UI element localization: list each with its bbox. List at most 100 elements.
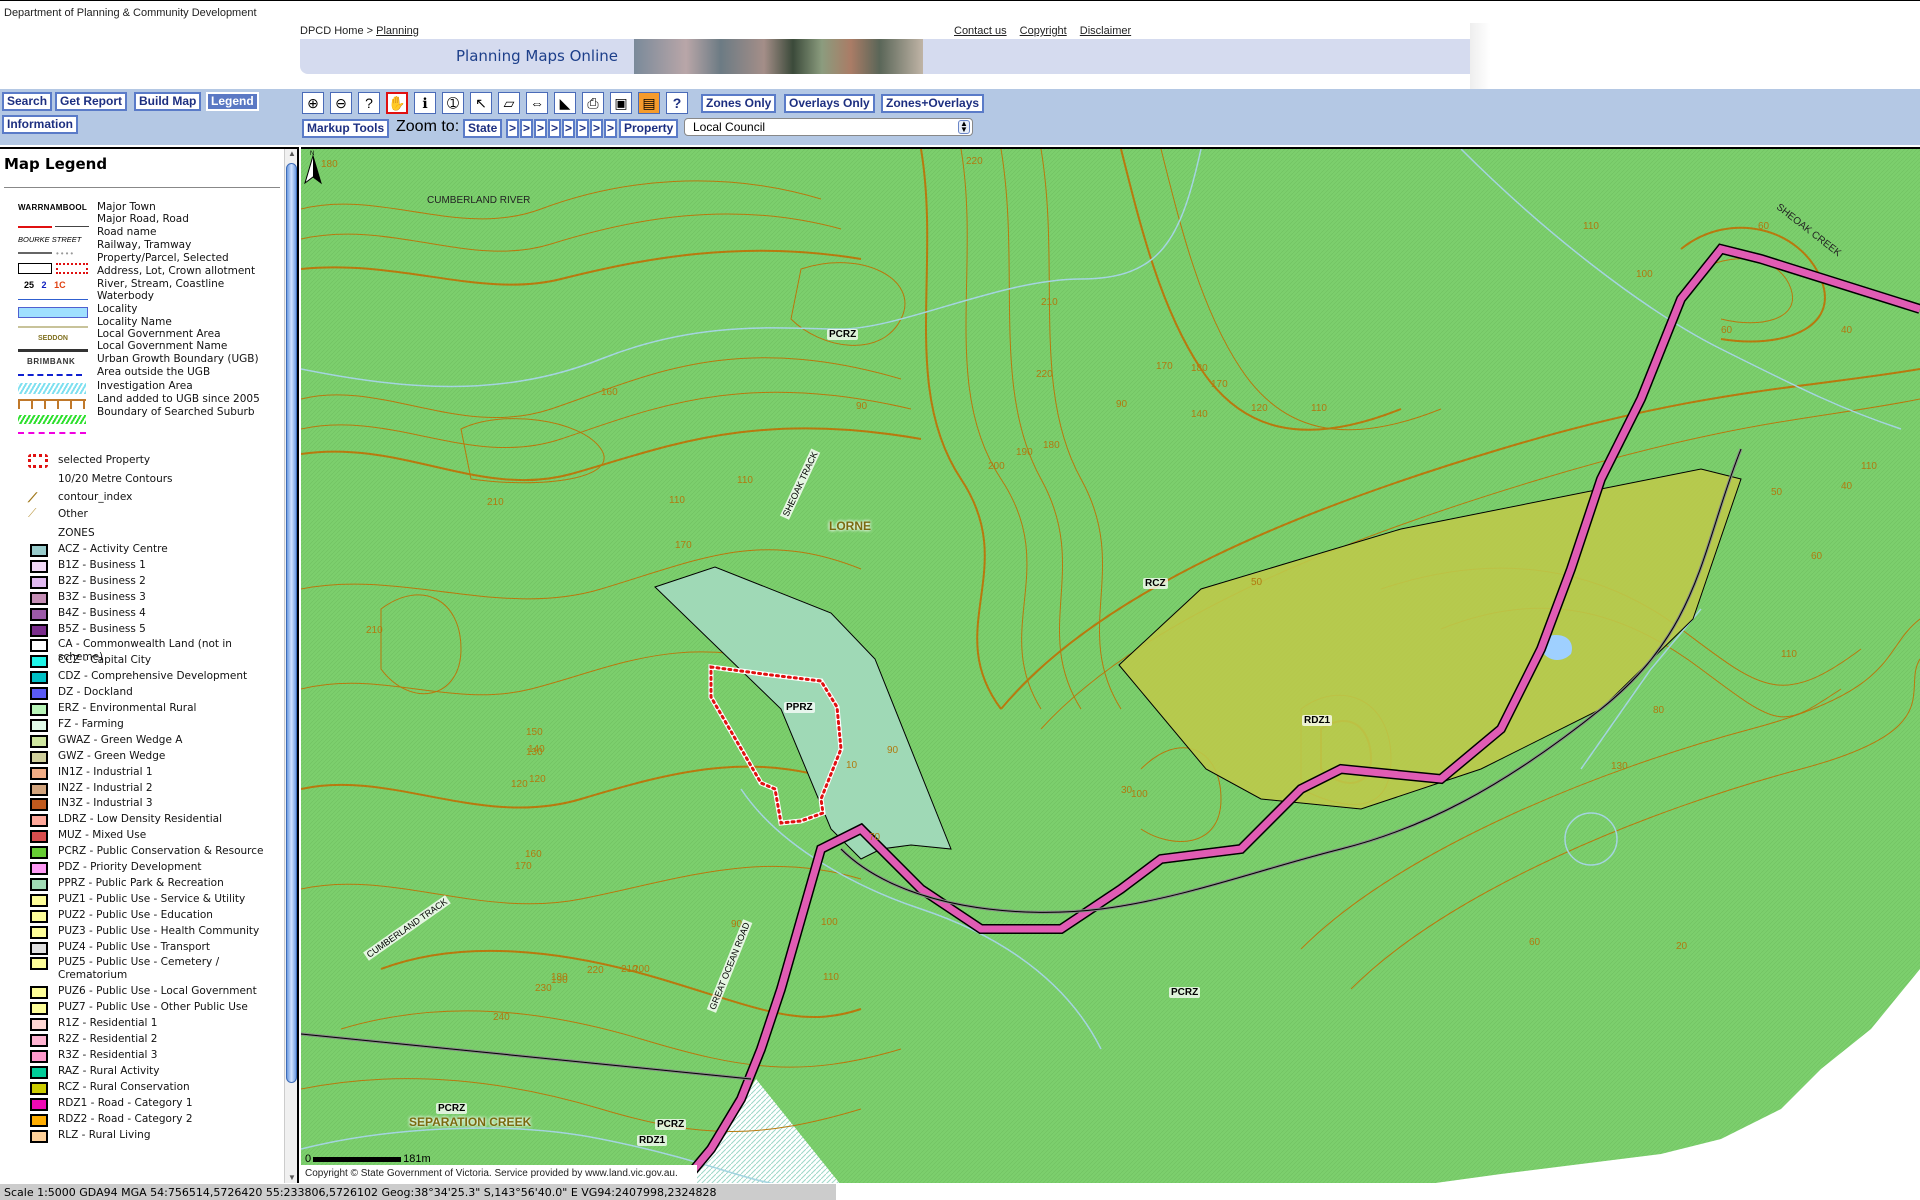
zone-swatch xyxy=(30,544,48,557)
contours-heading: 10/20 Metre Contours xyxy=(58,473,173,485)
contour-label: 90 xyxy=(1116,399,1128,410)
zoom-step-button[interactable]: > xyxy=(520,119,534,138)
disclaimer-link[interactable]: Disclaimer xyxy=(1080,25,1131,37)
zone-label: FZ - Farming xyxy=(58,717,124,730)
map-canvas[interactable]: 180 220 210 220 160 170 180 140 120 110 90 170 200 19… xyxy=(301,147,1920,1183)
zone-swatch xyxy=(30,671,48,685)
contour-label: 70 xyxy=(869,832,881,843)
contour-label: 160 xyxy=(601,387,618,398)
zones-only-button[interactable]: Zones Only xyxy=(701,94,777,113)
zoom-property-button[interactable]: Property xyxy=(619,119,679,138)
ugb-sample xyxy=(18,374,82,376)
legend-symbol-label: Boundary of Searched Suburb xyxy=(97,406,255,418)
zone-label: PUZ7 - Public Use - Other Public Use xyxy=(58,1001,248,1014)
scroll-down-icon[interactable]: ▼ xyxy=(285,1173,297,1183)
contour-label: 60 xyxy=(1529,937,1541,948)
place-lorne: LORNE xyxy=(829,519,871,533)
copyright-link[interactable]: Copyright xyxy=(1020,25,1067,37)
save-as-icon[interactable]: ▤ xyxy=(638,92,660,114)
information-tab[interactable]: Information xyxy=(2,115,78,134)
zone-swatch xyxy=(30,1081,48,1095)
zoom-step-button[interactable]: > xyxy=(534,119,548,138)
local-council-select[interactable]: Local Council ▲ ▼ xyxy=(684,118,973,136)
contour-label: 220 xyxy=(1036,369,1053,380)
zone-swatch xyxy=(30,957,48,971)
measure-icon[interactable]: ⇔ xyxy=(526,92,548,114)
zoom-step-button[interactable]: > xyxy=(576,119,590,138)
help-icon[interactable]: ? xyxy=(666,92,688,114)
zone-label: RLZ - Rural Living xyxy=(58,1128,151,1141)
zone-swatch xyxy=(30,655,48,669)
suburb-boundary-sample xyxy=(18,432,86,434)
selected-property-icon xyxy=(28,454,48,468)
zoom-step-button[interactable]: > xyxy=(548,119,562,138)
zoom-step-button[interactable]: > xyxy=(590,119,604,138)
print-icon[interactable]: ⎙ xyxy=(582,92,604,114)
pan-hand-icon[interactable]: ✋ xyxy=(386,92,408,114)
contour-label: 230 xyxy=(535,983,552,994)
contour-label: 220 xyxy=(966,156,983,167)
overlays-only-button[interactable]: Overlays Only xyxy=(784,94,875,113)
zoom-step-button[interactable]: > xyxy=(604,119,618,138)
zone-label: ERZ - Environmental Rural xyxy=(58,702,197,714)
zone-swatch xyxy=(30,575,48,589)
map-graphics xyxy=(301,149,1920,1183)
zone-label: CCZ - Capital City xyxy=(58,654,152,667)
contour-label: 190 xyxy=(1016,447,1033,458)
scroll-up-icon[interactable]: ▲ xyxy=(285,149,297,161)
contour-label: 40 xyxy=(1841,481,1853,492)
zone-label: GWAZ - Green Wedge A xyxy=(58,733,183,746)
north-arrow-icon: N xyxy=(304,151,322,185)
legend-tab[interactable]: Legend xyxy=(206,92,259,111)
zone-swatch xyxy=(30,1018,48,1032)
zoom-step-button[interactable]: > xyxy=(562,119,576,138)
contact-us-link[interactable]: Contact us xyxy=(954,25,1007,37)
select-arrow-icon[interactable]: ↖ xyxy=(470,92,492,114)
zone-swatch xyxy=(30,877,48,891)
info-icon[interactable]: ℹ xyxy=(414,92,436,114)
scroll-thumb[interactable] xyxy=(286,163,297,1083)
zone-label: B4Z - Business 4 xyxy=(58,606,146,619)
identify-icon[interactable]: ➀ xyxy=(442,92,464,114)
zones-overlays-button[interactable]: Zones+Overlays xyxy=(881,94,985,113)
zone-label: PUZ3 - Public Use - Health Community xyxy=(58,924,260,937)
legend-symbol-label: Railway, Tramway xyxy=(97,239,192,251)
scale-bar-line xyxy=(313,1156,402,1162)
zoom-to-label: Zoom to: xyxy=(396,118,460,135)
area-measure-icon[interactable]: ◣ xyxy=(554,92,576,114)
breadcrumb-home[interactable]: DPCD Home > xyxy=(300,25,373,37)
zone-swatch xyxy=(30,798,48,812)
zoom-step-button[interactable]: > xyxy=(506,119,520,138)
zone-swatch xyxy=(30,1113,48,1127)
search-tab[interactable]: Search xyxy=(2,92,53,111)
zone-label: RDZ2 - Road - Category 2 xyxy=(58,1112,193,1125)
get-report-tab[interactable]: Get Report xyxy=(55,92,128,111)
zoom-state-button[interactable]: State xyxy=(463,119,503,138)
legend-panel: Map Legend WARRNAMBOOL BOURKE STREET •••… xyxy=(0,147,299,1183)
contour-label: 130 xyxy=(1611,761,1628,772)
contour-label: 90 xyxy=(887,745,899,756)
zone-label: IN1Z - Industrial 1 xyxy=(58,765,153,778)
build-map-tab[interactable]: Build Map xyxy=(134,92,202,111)
map-copyright: Copyright © State Government of Victoria… xyxy=(301,1165,697,1183)
zone-label: RDZ1 - Road - Category 1 xyxy=(58,1096,193,1109)
zone-swatch xyxy=(30,639,48,653)
contour-label: 170 xyxy=(515,861,532,872)
contour-label: 120 xyxy=(1251,403,1268,414)
save-icon[interactable]: ▣ xyxy=(610,92,632,114)
zoom-in-icon[interactable]: ⊕ xyxy=(302,92,324,114)
zone-swatch xyxy=(30,1002,48,1016)
railway-sample xyxy=(18,252,52,254)
status-bar: Scale 1:5000 GDA94 MGA 54:756514,5726420… xyxy=(0,1184,836,1200)
zone-label: IN2Z - Industrial 2 xyxy=(58,781,153,794)
river-sample xyxy=(18,299,88,300)
breadcrumb-planning-link[interactable]: Planning xyxy=(376,25,419,37)
zoom-out-icon[interactable]: ⊖ xyxy=(330,92,352,114)
eraser-icon[interactable]: ▱ xyxy=(498,92,520,114)
zone-swatch xyxy=(30,814,48,828)
contour-label: 180 xyxy=(1191,363,1208,374)
markup-tools-button[interactable]: Markup Tools xyxy=(302,119,390,138)
zoom-query-icon[interactable]: ? xyxy=(358,92,380,114)
legend-scrollbar[interactable]: ▲ ▼ xyxy=(284,149,297,1183)
locality-name-sample: SEDDON xyxy=(38,335,68,342)
